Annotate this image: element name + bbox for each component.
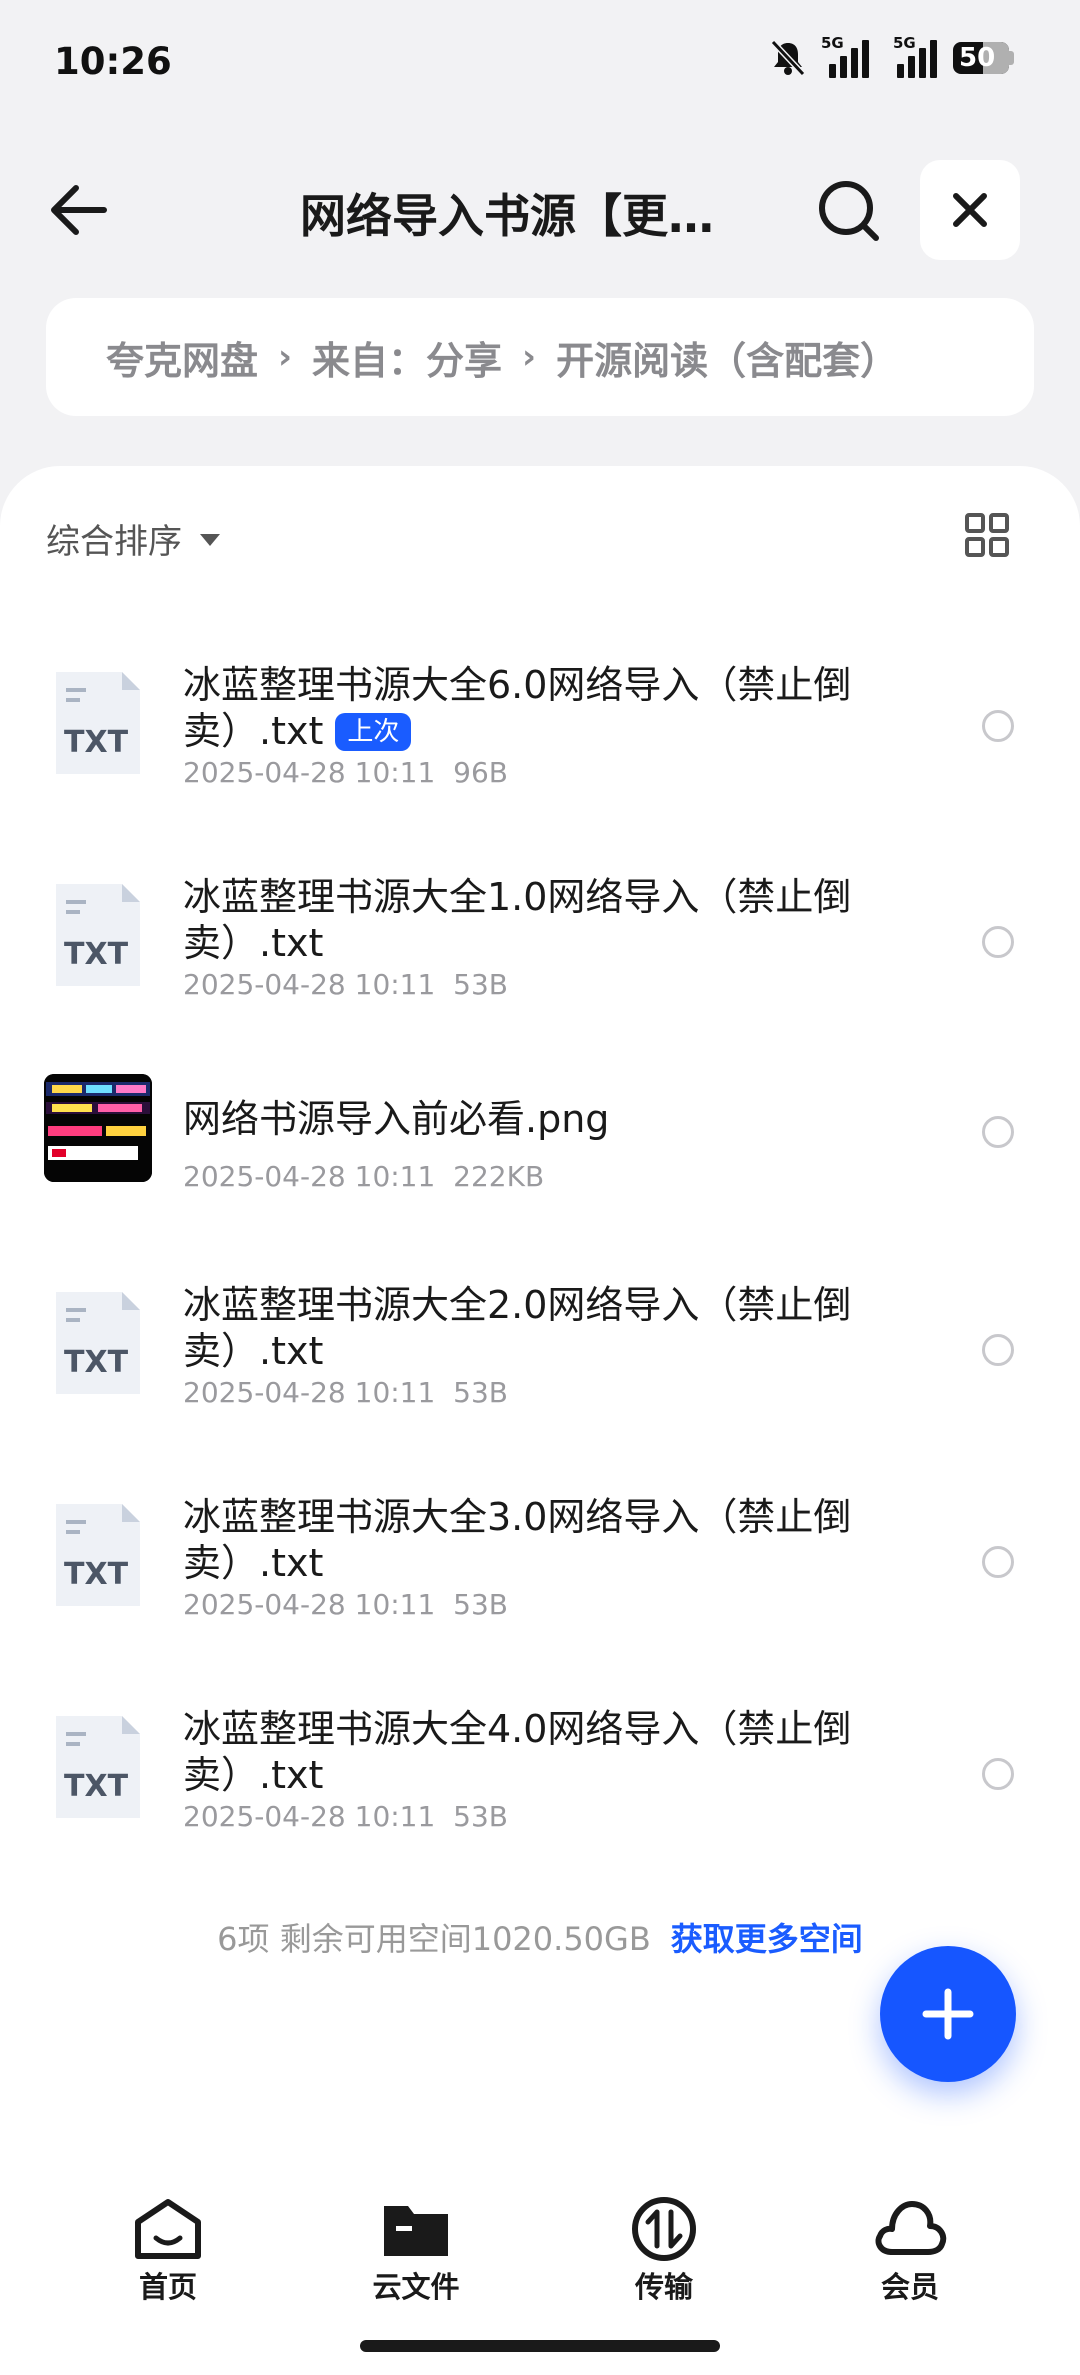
image-thumbnail — [44, 1074, 152, 1182]
cloud-icon — [875, 2201, 947, 2255]
status-bar: 10:26 5G 5G 50 — [0, 0, 1080, 130]
txt-file-icon: TXT — [56, 1504, 140, 1606]
list-item[interactable]: TXT 冰蓝整理书源大全2.0网络导入（禁止倒卖）.txt 2025-04-28… — [0, 1252, 1080, 1452]
file-name: 冰蓝整理书源大全1.0网络导入（禁止倒卖）.txt — [183, 875, 852, 965]
select-radio[interactable] — [982, 926, 1014, 958]
list-item[interactable]: TXT 冰蓝整理书源大全3.0网络导入（禁止倒卖）.txt 2025-04-28… — [0, 1464, 1080, 1664]
nav-item-cloud-files[interactable]: 云文件 — [336, 2196, 496, 2306]
search-button[interactable] — [812, 174, 884, 246]
file-name: 冰蓝整理书源大全4.0网络导入（禁止倒卖）.txt — [183, 1707, 852, 1797]
file-list-panel: 综合排序 TXT 冰蓝整理书源大全6.0网络导入（禁止倒卖）.txt 上次 202… — [0, 466, 1080, 2156]
nav-item-transfer[interactable]: 传输 — [584, 2196, 744, 2306]
select-radio[interactable] — [982, 710, 1014, 742]
select-radio[interactable] — [982, 1546, 1014, 1578]
breadcrumb: 夸克网盘 › 来自：分享 › 开源阅读（含配套） — [46, 298, 1034, 416]
file-type-label: TXT — [64, 1557, 129, 1592]
file-name: 冰蓝整理书源大全2.0网络导入（禁止倒卖）.txt — [183, 1283, 852, 1373]
last-opened-badge: 上次 — [335, 713, 412, 751]
folder-icon — [384, 2206, 448, 2256]
txt-file-icon: TXT — [56, 672, 140, 774]
storage-summary-text: 6项 剩余可用空间1020.50GB — [217, 1920, 651, 1958]
file-meta: 2025-04-28 10:11 53B — [183, 1800, 508, 1833]
grid-icon — [965, 513, 1009, 557]
select-radio[interactable] — [982, 1758, 1014, 1790]
breadcrumb-item-shared[interactable]: 来自：分享 — [312, 330, 502, 385]
bell-muted-icon — [770, 39, 806, 77]
home-indicator[interactable] — [360, 2340, 720, 2352]
list-item[interactable]: 网络书源导入前必看.png 2025-04-28 10:11 222KB — [0, 1056, 1080, 1256]
battery-icon: 50 — [953, 42, 1014, 74]
file-type-label: TXT — [64, 937, 129, 972]
txt-file-icon: TXT — [56, 884, 140, 986]
home-icon — [135, 2199, 201, 2259]
sort-dropdown[interactable]: 综合排序 — [46, 514, 220, 563]
chevron-right-icon: › — [522, 337, 537, 377]
back-button[interactable] — [44, 174, 116, 246]
signal-2-icon: 5G — [885, 34, 937, 78]
caret-down-icon — [200, 533, 220, 546]
select-radio[interactable] — [982, 1334, 1014, 1366]
plus-icon — [922, 1988, 974, 2040]
file-type-label: TXT — [64, 1345, 129, 1380]
list-item[interactable]: TXT 冰蓝整理书源大全4.0网络导入（禁止倒卖）.txt 2025-04-28… — [0, 1676, 1080, 1876]
close-icon — [953, 193, 987, 227]
file-type-label: TXT — [64, 1769, 129, 1804]
header: 网络导入书源【更新】 — [0, 150, 1080, 270]
nav-label: 传输 — [634, 2270, 693, 2304]
sort-label: 综合排序 — [46, 522, 182, 562]
file-name: 网络书源导入前必看.png — [183, 1097, 610, 1141]
nav-label: 首页 — [138, 2270, 197, 2304]
txt-file-icon: TXT — [56, 1292, 140, 1394]
chevron-right-icon: › — [278, 337, 293, 377]
arrow-left-icon — [51, 185, 107, 235]
nav-item-membership[interactable]: 会员 — [830, 2196, 990, 2306]
close-button[interactable] — [920, 160, 1020, 260]
select-radio[interactable] — [982, 1116, 1014, 1148]
file-type-label: TXT — [64, 725, 129, 760]
add-button[interactable] — [880, 1946, 1016, 2082]
page-title: 网络导入书源【更新】 — [300, 189, 740, 243]
transfer-icon — [632, 2197, 696, 2261]
search-icon — [819, 181, 879, 241]
file-meta: 2025-04-28 10:11 53B — [183, 968, 508, 1001]
breadcrumb-item-current[interactable]: 开源阅读（含配套） — [556, 330, 898, 385]
status-icons: 5G 5G 50 — [769, 34, 1014, 78]
status-time: 10:26 — [54, 40, 172, 83]
nav-label: 会员 — [880, 2270, 939, 2304]
list-item[interactable]: TXT 冰蓝整理书源大全1.0网络导入（禁止倒卖）.txt 2025-04-28… — [0, 844, 1080, 1044]
file-meta: 2025-04-28 10:11 53B — [183, 1588, 508, 1621]
file-meta: 2025-04-28 10:11 53B — [183, 1376, 508, 1409]
list-item[interactable]: TXT 冰蓝整理书源大全6.0网络导入（禁止倒卖）.txt 上次 2025-04-… — [0, 632, 1080, 832]
nav-item-home[interactable]: 首页 — [88, 2196, 248, 2306]
file-meta: 2025-04-28 10:11 222KB — [183, 1160, 545, 1193]
breadcrumb-item-quark-drive[interactable]: 夸克网盘 — [106, 330, 258, 385]
file-name: 冰蓝整理书源大全3.0网络导入（禁止倒卖）.txt — [183, 1495, 852, 1585]
file-meta: 2025-04-28 10:11 96B — [183, 756, 508, 789]
file-name: 冰蓝整理书源大全6.0网络导入（禁止倒卖）.txt 上次 — [183, 663, 852, 753]
grid-view-button[interactable] — [964, 512, 1010, 558]
nav-label: 云文件 — [372, 2270, 460, 2304]
get-more-space-link[interactable]: 获取更多空间 — [671, 1920, 863, 1958]
txt-file-icon: TXT — [56, 1716, 140, 1818]
signal-1-icon: 5G — [821, 34, 869, 78]
